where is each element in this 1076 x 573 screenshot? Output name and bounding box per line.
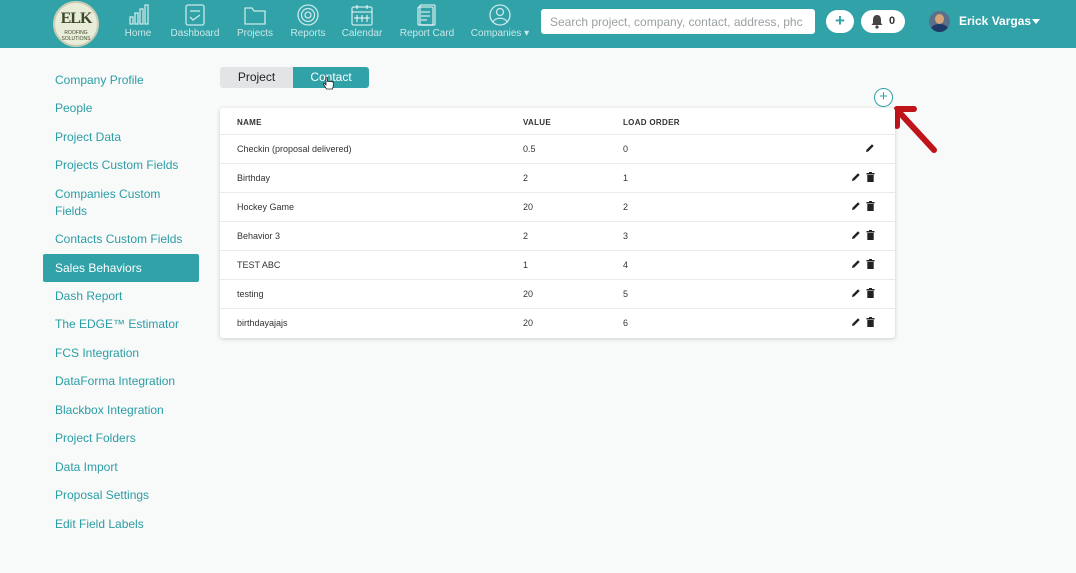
sidebar-item-company-profile[interactable]: Company Profile [43, 72, 199, 89]
cell-name: TEST ABC [237, 260, 281, 270]
trash-icon[interactable] [866, 230, 875, 240]
trash-icon[interactable] [866, 259, 875, 269]
folder-icon [244, 7, 266, 25]
cell-name: testing [237, 289, 264, 299]
nav-companies-label: Companies ▾ [470, 28, 530, 39]
pencil-icon[interactable] [851, 230, 861, 240]
global-search-input[interactable] [541, 9, 815, 34]
table-row: birthdayajajs 20 6 [220, 308, 895, 337]
cell-name: birthdayajajs [237, 318, 288, 328]
column-header-name[interactable]: NAME [237, 118, 262, 127]
tab-project[interactable]: Project [220, 67, 293, 88]
nav-home-label: Home [124, 28, 152, 39]
cell-value: 20 [523, 318, 534, 328]
cell-value: 1 [523, 260, 529, 270]
logo-word: ELK [60, 10, 93, 27]
trash-icon[interactable] [866, 201, 875, 211]
nav-reports-label: Reports [290, 28, 326, 39]
cell-name: Hockey Game [237, 202, 295, 212]
table-row: TEST ABC 1 4 [220, 250, 895, 279]
sidebar-item-blackbox-integration[interactable]: Blackbox Integration [43, 402, 199, 419]
calendar-icon [351, 5, 373, 26]
sidebar-item-dataforma-integration[interactable]: DataForma Integration [43, 373, 199, 390]
pencil-icon[interactable] [851, 288, 861, 298]
nav-home[interactable]: Home [121, 4, 155, 44]
target-icon [297, 4, 319, 26]
cell-value: 20 [523, 289, 534, 299]
sidebar-item-proposal-settings[interactable]: Proposal Settings [43, 487, 199, 504]
cell-load-order: 2 [623, 202, 629, 212]
sidebar-item-project-folders[interactable]: Project Folders [43, 430, 199, 447]
table-row: Hockey Game 20 2 [220, 192, 895, 221]
nav-calendar[interactable]: Calendar [340, 4, 384, 44]
bar-chart-icon [129, 4, 149, 25]
cell-name: Birthday [237, 173, 271, 183]
quick-add-button[interactable]: + [826, 10, 854, 33]
trash-icon[interactable] [866, 317, 875, 327]
nav-reports[interactable]: Reports [288, 4, 328, 44]
table-row: Birthday 2 1 [220, 163, 895, 192]
sales-behaviors-table: NAME VALUE LOAD ORDER Checkin (proposal … [220, 108, 895, 338]
trash-icon[interactable] [866, 288, 875, 298]
table-row: Checkin (proposal delivered) 0.5 0 [220, 134, 895, 163]
cell-load-order: 3 [623, 231, 629, 241]
user-name[interactable]: Erick Vargas [959, 14, 1031, 28]
nav-dashboard-label: Dashboard [170, 28, 220, 39]
logo-subtitle: ROOFING SOLUTIONS [61, 30, 91, 42]
table-row: Behavior 3 2 3 [220, 221, 895, 250]
nav-report-card-label: Report Card [399, 28, 455, 39]
cell-load-order: 0 [623, 144, 629, 154]
cell-value: 2 [523, 231, 529, 241]
company-logo[interactable]: ELK ROOFING SOLUTIONS [53, 1, 99, 47]
sidebar-item-contacts-custom-fields[interactable]: Contacts Custom Fields [43, 231, 199, 248]
bell-icon [871, 15, 883, 29]
sidebar-item-fcs-integration[interactable]: FCS Integration [43, 345, 199, 362]
pencil-icon[interactable] [851, 259, 861, 269]
sidebar-item-data-import[interactable]: Data Import [43, 459, 199, 476]
avatar[interactable] [929, 11, 950, 32]
column-header-value[interactable]: VALUE [523, 118, 551, 127]
pencil-icon[interactable] [851, 317, 861, 327]
nav-projects[interactable]: Projects [235, 4, 275, 44]
notifications-count: 0 [889, 15, 896, 27]
cell-value: 20 [523, 202, 534, 212]
cell-load-order: 4 [623, 260, 629, 270]
cell-value: 0.5 [523, 144, 536, 154]
cell-load-order: 6 [623, 318, 629, 328]
dashboard-icon [185, 4, 205, 26]
sidebar-item-people[interactable]: People [43, 100, 199, 117]
nav-dashboard[interactable]: Dashboard [168, 4, 222, 44]
annotation-arrow-icon [894, 106, 937, 153]
notifications-button[interactable]: 0 [861, 10, 905, 33]
nav-calendar-label: Calendar [341, 28, 383, 39]
sidebar-item-project-data[interactable]: Project Data [43, 129, 199, 146]
sidebar-item-edge-estimator[interactable]: The EDGE™ Estimator [43, 316, 199, 333]
nav-companies[interactable]: Companies ▾ [469, 4, 531, 44]
pencil-icon[interactable] [865, 143, 875, 153]
top-navbar: ELK ROOFING SOLUTIONS Home Dashboard Pro… [0, 0, 1076, 48]
sidebar-item-sales-behaviors[interactable]: Sales Behaviors [43, 254, 199, 282]
trash-icon[interactable] [866, 172, 875, 182]
cell-load-order: 5 [623, 289, 629, 299]
report-card-icon [417, 4, 436, 26]
sidebar-item-companies-custom-fields[interactable]: Companies Custom Fields [43, 186, 178, 220]
hand-cursor-icon [323, 77, 334, 90]
chevron-down-icon[interactable] [1032, 19, 1040, 24]
sidebar-item-projects-custom-fields[interactable]: Projects Custom Fields [43, 157, 199, 174]
nav-report-card[interactable]: Report Card [396, 4, 458, 44]
column-header-load-order[interactable]: LOAD ORDER [623, 118, 680, 127]
cell-load-order: 1 [623, 173, 629, 183]
sidebar-item-edit-field-labels[interactable]: Edit Field Labels [43, 516, 199, 533]
nav-projects-label: Projects [236, 28, 274, 39]
cell-name: Behavior 3 [237, 231, 281, 241]
cell-value: 2 [523, 173, 529, 183]
user-circle-icon [489, 4, 511, 26]
pencil-icon[interactable] [851, 201, 861, 211]
sidebar-item-dash-report[interactable]: Dash Report [43, 288, 199, 305]
cell-name: Checkin (proposal delivered) [237, 144, 352, 154]
pencil-icon[interactable] [851, 172, 861, 182]
table-row: testing 20 5 [220, 279, 895, 308]
